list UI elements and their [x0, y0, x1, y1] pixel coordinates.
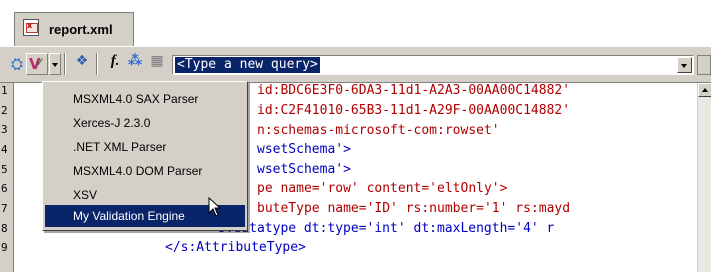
schema-icon[interactable]: ⛭	[6, 53, 28, 75]
node-tree-icon[interactable]: ⁂	[124, 53, 146, 75]
scroll-up-arrow-icon[interactable]	[698, 83, 711, 97]
xml-file-icon: x	[23, 19, 39, 36]
validator-dropdown-arrow[interactable]	[49, 53, 61, 75]
vertical-scrollbar[interactable]	[697, 83, 711, 272]
mouse-pointer-icon	[208, 197, 222, 217]
line-number: 3	[1, 123, 8, 136]
tab-strip: x report.xml	[0, 0, 711, 48]
code-line: id:C2F41010-65B3-11d1-A29F-00AA00C14882'	[257, 103, 571, 118]
grid-icon[interactable]: ▦	[146, 53, 168, 75]
line-number-gutter: 1 2 3 4 5 6 7 8 9	[0, 83, 14, 272]
code-line: </s:AttributeType>	[165, 240, 306, 255]
toolbar-separator	[96, 53, 98, 75]
line-number: 5	[1, 163, 8, 176]
query-text: <Type a new query>	[175, 57, 320, 73]
code-line: buteType name='ID' rs:number='1' rs:mayd	[257, 201, 571, 216]
code-line: id:BDC6E3F0-6DA3-11d1-A2A3-00AA00C14882'	[257, 83, 571, 98]
menu-item-msxml-sax[interactable]: MSXML4.0 SAX Parser	[45, 88, 245, 110]
code-line: <s:datatype dt:type='int' dt:maxLength='…	[210, 221, 555, 236]
line-number: 6	[1, 182, 8, 195]
menu-item-msxml-dom[interactable]: MSXML4.0 DOM Parser	[45, 160, 245, 182]
code-line: pe name='row' content='eltOnly'>	[257, 181, 508, 196]
menu-item-dotnet-parser[interactable]: .NET XML Parser	[45, 136, 245, 158]
line-number: 7	[1, 202, 8, 215]
query-dropdown-arrow[interactable]	[677, 57, 692, 73]
validate-button[interactable]: V ✓	[26, 53, 48, 75]
toolbar-more-button[interactable]	[697, 55, 711, 75]
code-line: wsetSchema'>	[257, 162, 351, 177]
toolbar: ⛭ V ✓ ❖ f ⁂ ▦ <Type a new query>	[0, 47, 711, 82]
line-number: 1	[1, 84, 8, 97]
line-number: 8	[1, 222, 8, 235]
code-line: n:schemas-microsoft-com:rowset'	[257, 123, 500, 138]
tab-report-xml[interactable]: x report.xml	[14, 12, 134, 46]
line-number: 9	[1, 241, 8, 254]
code-line: wsetSchema'>	[257, 142, 351, 157]
line-number: 2	[1, 104, 8, 117]
xml-editor-window: x report.xml ⛭ V ✓ ❖ f ⁂ ▦ <Type a new q…	[0, 0, 711, 272]
function-icon[interactable]: f	[104, 53, 126, 75]
check-icon: ✓	[35, 55, 46, 69]
query-input[interactable]: <Type a new query>	[172, 55, 694, 75]
tab-label: report.xml	[49, 22, 113, 37]
line-number: 4	[1, 143, 8, 156]
menu-item-xerces[interactable]: Xerces-J 2.3.0	[45, 112, 245, 134]
tree-view-icon[interactable]: ❖	[71, 53, 93, 75]
toolbar-separator	[64, 53, 66, 75]
